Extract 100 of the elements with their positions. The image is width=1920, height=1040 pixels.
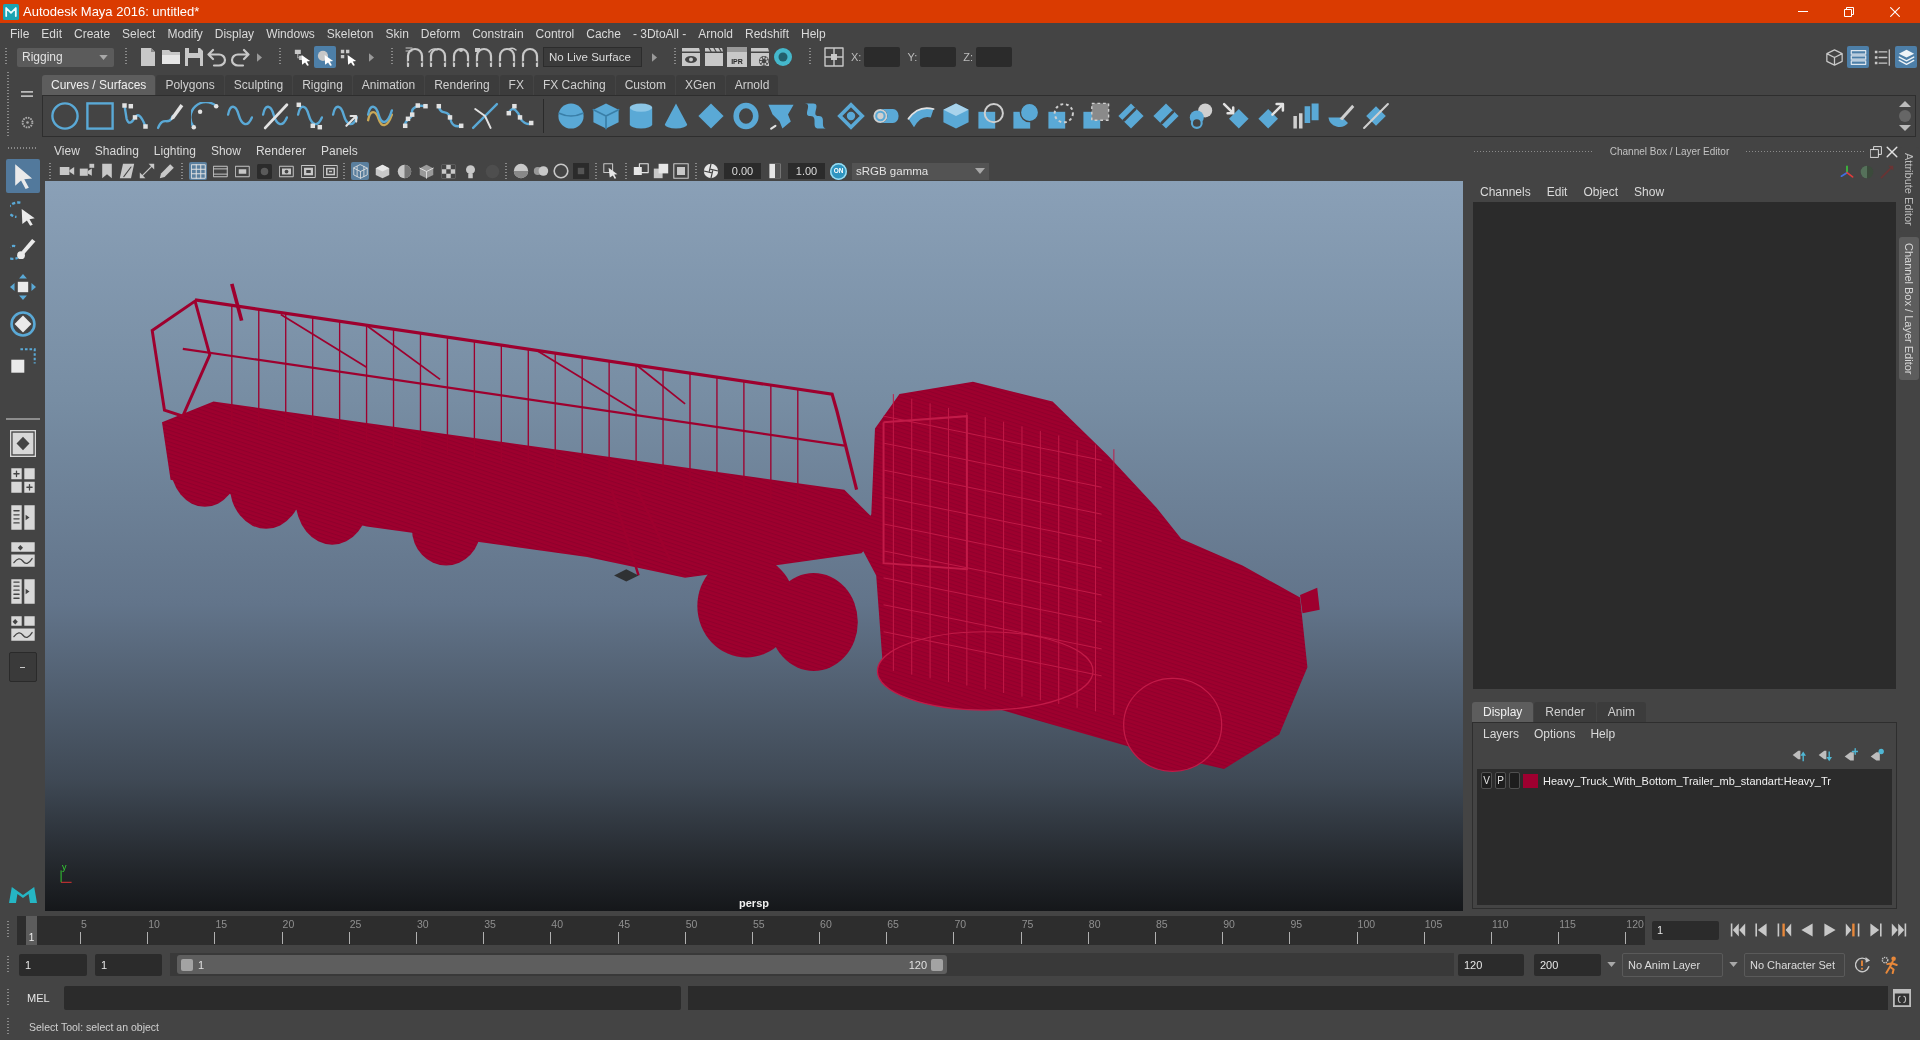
cylinder-icon[interactable] bbox=[627, 102, 655, 130]
arc-icon[interactable] bbox=[191, 102, 219, 130]
square-tile-icon[interactable] bbox=[573, 163, 589, 179]
scroll-down-icon[interactable] bbox=[1899, 125, 1911, 131]
grip-handle[interactable] bbox=[391, 48, 393, 66]
x-ray-toggle[interactable] bbox=[439, 162, 457, 180]
grip-handle[interactable] bbox=[125, 48, 127, 66]
scroll-handle-icon[interactable] bbox=[1899, 110, 1911, 122]
grip-handle[interactable] bbox=[625, 163, 627, 179]
coordinate-field[interactable] bbox=[864, 47, 901, 67]
menu-item[interactable]: Cache bbox=[586, 27, 621, 41]
menu-item[interactable]: Redshift bbox=[744, 27, 789, 41]
next-key-icon[interactable] bbox=[1845, 922, 1861, 938]
diamond-arrow-icon[interactable] bbox=[1257, 102, 1285, 130]
range-slider-bar[interactable]: 1 120 bbox=[177, 955, 947, 974]
end-time-field[interactable]: 200 bbox=[1534, 953, 1601, 976]
exposure-field[interactable]: 0.00 bbox=[724, 163, 761, 179]
sphere-icon[interactable] bbox=[557, 102, 585, 130]
anim-layer-dropdown[interactable]: No Anim Layer bbox=[1622, 952, 1723, 977]
square-dashed-square-icon[interactable] bbox=[1082, 102, 1110, 130]
half-square-icon[interactable] bbox=[767, 163, 783, 179]
layer-dot-icon[interactable] bbox=[1870, 748, 1884, 762]
list-layout-icon[interactable] bbox=[9, 578, 36, 605]
layer-editor-tab[interactable]: Display bbox=[1472, 702, 1534, 722]
curve-slash-icon[interactable] bbox=[261, 102, 289, 130]
play-forward-icon[interactable] bbox=[1822, 922, 1838, 938]
diamond-slash-icon[interactable] bbox=[1362, 102, 1390, 130]
step-forward-icon[interactable] bbox=[1868, 922, 1884, 938]
modeling-toolkit-button[interactable] bbox=[1823, 46, 1845, 68]
nested-squares-icon[interactable] bbox=[673, 163, 689, 179]
undo-icon[interactable] bbox=[207, 47, 227, 67]
current-frame-marker[interactable]: 1 bbox=[26, 915, 37, 945]
diamond-icon[interactable] bbox=[697, 102, 725, 130]
grip-handle[interactable] bbox=[181, 163, 183, 179]
caret-icon[interactable] bbox=[1729, 962, 1738, 967]
diamond-stripe-icon[interactable] bbox=[1117, 102, 1145, 130]
menu-item[interactable]: Create bbox=[74, 27, 111, 41]
default-material-toggle[interactable] bbox=[395, 162, 413, 180]
safe-action-toggle[interactable] bbox=[299, 162, 317, 180]
circular-arrow-icon[interactable] bbox=[1853, 955, 1871, 974]
window-braces-icon[interactable] bbox=[1892, 989, 1911, 1007]
menu-item[interactable]: Display bbox=[214, 27, 255, 41]
magnet-curve-icon[interactable] bbox=[428, 47, 448, 67]
menu-item[interactable]: Lighting bbox=[153, 144, 196, 158]
live-surface-field[interactable]: No Live Surface bbox=[543, 47, 642, 67]
menu-item[interactable]: Renderer bbox=[255, 144, 306, 158]
circle-icon[interactable] bbox=[51, 102, 79, 130]
layer-down-arrow-icon[interactable] bbox=[1818, 748, 1832, 762]
coordinate-field[interactable] bbox=[976, 47, 1012, 67]
curve-points-icon[interactable] bbox=[296, 102, 324, 130]
skip-to-start-icon[interactable] bbox=[1730, 922, 1746, 938]
side-by-side-layout-icon[interactable] bbox=[9, 504, 36, 531]
new-file-icon[interactable] bbox=[138, 47, 158, 67]
menu-item[interactable]: Select bbox=[122, 27, 156, 41]
magnet-lines-icon[interactable] bbox=[405, 47, 425, 67]
menu-item[interactable]: Options bbox=[1534, 727, 1576, 741]
range-slider-track[interactable]: 1 120 bbox=[170, 953, 1454, 976]
grip-handle[interactable] bbox=[7, 989, 9, 1007]
settings-icon[interactable] bbox=[20, 116, 34, 129]
visibility-toggle[interactable]: V bbox=[1481, 772, 1492, 789]
menu-item[interactable]: Skeleton bbox=[326, 27, 374, 41]
previous-key-icon[interactable] bbox=[1776, 922, 1792, 938]
grip-handle[interactable] bbox=[7, 147, 38, 149]
magnet-dot-icon[interactable] bbox=[451, 47, 471, 67]
grip-handle[interactable] bbox=[505, 163, 507, 179]
start-time-field[interactable]: 1 bbox=[19, 953, 87, 976]
character-set-dropdown[interactable]: No Character Set bbox=[1744, 952, 1845, 977]
folder-icon[interactable] bbox=[161, 47, 181, 67]
shelf-tab[interactable]: Custom bbox=[615, 75, 675, 95]
pencil-icon[interactable] bbox=[159, 163, 175, 179]
side-tab[interactable]: Channel Box / Layer Editor bbox=[1899, 236, 1919, 381]
collapse-arrow-icon[interactable] bbox=[257, 52, 262, 62]
square-circle-icon[interactable] bbox=[1012, 102, 1040, 130]
menu-item[interactable]: File bbox=[10, 27, 30, 41]
display-type-toggle[interactable] bbox=[1509, 772, 1520, 789]
current-frame-field[interactable]: 1 bbox=[1652, 920, 1719, 940]
shelf-tab[interactable]: Arnold bbox=[725, 75, 779, 95]
grip-handle[interactable] bbox=[5, 48, 7, 66]
clapperboard-icon[interactable] bbox=[704, 47, 724, 67]
scroll-up-icon[interactable] bbox=[1899, 101, 1911, 107]
grip-handle[interactable] bbox=[7, 955, 9, 974]
menu-item[interactable]: Shading bbox=[94, 144, 139, 158]
menu-item[interactable]: Show bbox=[210, 144, 241, 158]
grip-handle[interactable] bbox=[49, 163, 51, 179]
menu-item[interactable]: Modify bbox=[167, 27, 203, 41]
layer-editor-tab[interactable]: Anim bbox=[1596, 702, 1647, 722]
square-circle-icon[interactable] bbox=[977, 102, 1005, 130]
curve-points-icon[interactable] bbox=[121, 102, 149, 130]
square-arrow-icon[interactable] bbox=[603, 163, 619, 179]
menu-item[interactable]: Constrain bbox=[472, 27, 524, 41]
grip-handle[interactable] bbox=[695, 163, 697, 179]
grip-handle[interactable] bbox=[1745, 150, 1866, 153]
bookmark-icon[interactable] bbox=[99, 163, 115, 179]
shelf-tab[interactable]: Sculpting bbox=[224, 75, 293, 95]
grip-handle[interactable] bbox=[279, 48, 281, 66]
range-handle[interactable] bbox=[181, 958, 193, 971]
redo-icon[interactable] bbox=[230, 47, 250, 67]
menu-item[interactable]: Windows bbox=[266, 27, 315, 41]
shadows-toggle[interactable] bbox=[483, 162, 501, 180]
square-icon[interactable] bbox=[86, 102, 114, 130]
